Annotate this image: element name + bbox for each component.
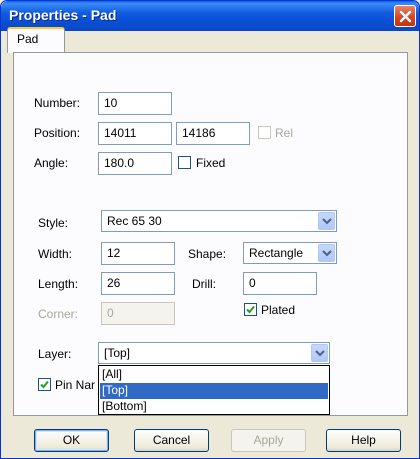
- layer-select-value: [Top]: [104, 346, 131, 360]
- drill-label: Drill:: [192, 277, 216, 291]
- corner-field[interactable]: 0: [101, 302, 175, 325]
- close-icon: [399, 10, 412, 23]
- position-x-field[interactable]: 14011: [98, 122, 172, 145]
- pin-name-label: Pin Nar: [55, 378, 96, 392]
- length-field[interactable]: 26: [101, 272, 175, 295]
- check-icon: [246, 305, 255, 314]
- layer-label: Layer:: [38, 347, 72, 361]
- shape-select-value: Rectangle: [249, 246, 304, 260]
- tab-pad[interactable]: Pad: [7, 27, 65, 53]
- help-button[interactable]: Help: [326, 429, 401, 452]
- layer-select[interactable]: [Top]: [98, 342, 330, 364]
- rel-checkbox[interactable]: [258, 126, 271, 139]
- title-bar[interactable]: Properties - Pad: [1, 1, 419, 31]
- drill-field[interactable]: 0: [243, 272, 317, 295]
- chevron-down-icon[interactable]: [318, 212, 335, 230]
- ok-button[interactable]: OK: [34, 429, 109, 452]
- cancel-button[interactable]: Cancel: [134, 429, 209, 452]
- number-field[interactable]: 10: [98, 92, 172, 115]
- layer-option-bottom[interactable]: [Bottom]: [100, 399, 328, 415]
- number-label: Number:: [34, 96, 81, 110]
- style-label: Style:: [38, 216, 69, 230]
- check-icon: [40, 380, 49, 389]
- position-label: Position:: [34, 126, 81, 140]
- plated-label: Plated: [261, 303, 296, 317]
- length-label: Length:: [38, 277, 79, 291]
- style-select[interactable]: Rec 65 30: [101, 210, 337, 232]
- layer-option-all[interactable]: [All]: [100, 367, 328, 383]
- style-select-value: Rec 65 30: [107, 214, 162, 228]
- apply-button[interactable]: Apply: [231, 429, 306, 452]
- chevron-down-icon[interactable]: [311, 344, 328, 362]
- angle-field[interactable]: 180.0: [98, 152, 172, 175]
- width-field[interactable]: 12: [101, 242, 175, 265]
- layer-option-top[interactable]: [Top]: [100, 383, 328, 399]
- tab-pad-label: Pad: [17, 32, 39, 46]
- width-label: Width:: [38, 247, 73, 261]
- layer-dropdown-list: [All] [Top] [Bottom]: [98, 365, 330, 415]
- fixed-checkbox[interactable]: [178, 156, 191, 169]
- plated-checkbox[interactable]: [244, 303, 257, 316]
- shape-select[interactable]: Rectangle: [243, 242, 337, 264]
- rel-label: Rel: [275, 126, 294, 140]
- chevron-down-icon[interactable]: [318, 244, 335, 262]
- fixed-label: Fixed: [196, 156, 226, 170]
- properties-dialog: Properties - Pad Pad Number: 10 Position…: [0, 0, 420, 459]
- angle-label: Angle:: [34, 156, 69, 170]
- shape-label: Shape:: [188, 247, 227, 261]
- close-button[interactable]: [394, 5, 416, 27]
- position-y-field[interactable]: 14186: [176, 122, 250, 145]
- window-title: Properties - Pad: [9, 7, 117, 23]
- corner-label: Corner:: [38, 307, 79, 321]
- pin-name-checkbox[interactable]: [38, 378, 51, 391]
